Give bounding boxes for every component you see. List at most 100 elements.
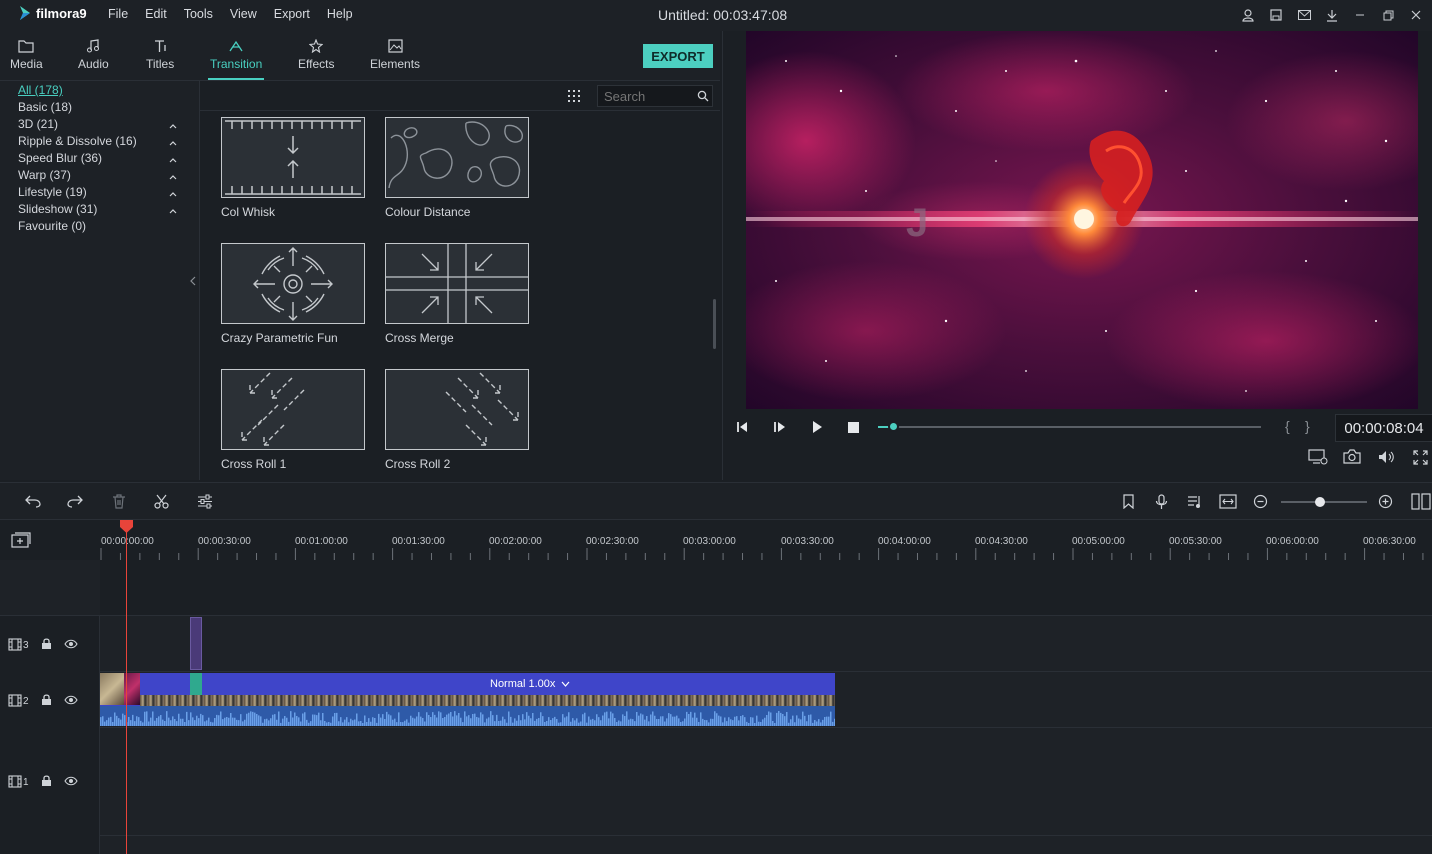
panel-layout-icon[interactable] bbox=[1411, 493, 1431, 510]
chevron-up-icon[interactable] bbox=[168, 172, 178, 182]
transition-label: Cross Merge bbox=[385, 331, 454, 345]
chevron-up-icon[interactable] bbox=[168, 138, 178, 148]
undo-icon[interactable] bbox=[25, 494, 41, 508]
lock-icon[interactable] bbox=[41, 694, 52, 706]
category-ripple-dissolve[interactable]: Ripple & Dissolve (16) bbox=[18, 134, 137, 148]
eye-icon[interactable] bbox=[63, 776, 78, 786]
next-frame-icon[interactable] bbox=[772, 420, 788, 434]
menu-view[interactable]: View bbox=[230, 7, 257, 21]
mark-out-icon[interactable]: } bbox=[1305, 418, 1310, 434]
zoom-to-fit-icon[interactable] bbox=[1219, 494, 1237, 509]
ruler-tick-label: 00:02:00:00 bbox=[489, 536, 542, 547]
volume-icon[interactable] bbox=[1378, 450, 1394, 464]
transition-thumb-cross-roll-1[interactable] bbox=[221, 369, 365, 450]
category-3d[interactable]: 3D (21) bbox=[18, 117, 58, 131]
category-slideshow[interactable]: Slideshow (31) bbox=[18, 202, 97, 216]
mark-in-icon[interactable]: { bbox=[1285, 418, 1290, 434]
collapse-sidebar-icon[interactable] bbox=[190, 276, 196, 286]
transition-category-list: All (178) Basic (18) 3D (21) Ripple & Di… bbox=[0, 81, 200, 480]
save-icon[interactable] bbox=[1268, 7, 1284, 23]
track-headers: 3 2 1 bbox=[0, 560, 100, 854]
lock-icon[interactable] bbox=[41, 638, 52, 650]
waveform-graphic bbox=[100, 711, 835, 726]
playhead-line[interactable] bbox=[126, 520, 127, 854]
microphone-icon[interactable] bbox=[1155, 494, 1168, 510]
zoom-out-icon[interactable] bbox=[1253, 494, 1268, 509]
eye-icon[interactable] bbox=[63, 695, 78, 705]
library-scrollbar[interactable] bbox=[713, 299, 716, 349]
eye-icon[interactable] bbox=[63, 639, 78, 649]
clip-speed-label[interactable]: Normal 1.00x bbox=[490, 678, 570, 690]
menu-export[interactable]: Export bbox=[274, 7, 310, 21]
transition-thumb-colour-distance[interactable] bbox=[385, 117, 529, 198]
menu-edit[interactable]: Edit bbox=[145, 7, 167, 21]
tab-effects[interactable]: Effects bbox=[298, 39, 334, 71]
clip-filmstrip bbox=[140, 695, 835, 706]
chevron-up-icon[interactable] bbox=[168, 206, 178, 216]
fullscreen-icon[interactable] bbox=[1413, 450, 1428, 465]
category-all[interactable]: All (178) bbox=[18, 83, 63, 97]
category-basic[interactable]: Basic (18) bbox=[18, 100, 72, 114]
search-icon[interactable] bbox=[697, 90, 709, 102]
playhead-handle-icon[interactable] bbox=[119, 519, 134, 534]
timeline-zoom-slider[interactable] bbox=[1281, 497, 1367, 507]
track-lane-1[interactable] bbox=[100, 728, 1432, 836]
tab-titles[interactable]: Titles bbox=[146, 39, 174, 71]
play-icon[interactable] bbox=[810, 420, 824, 434]
timeline-ruler[interactable]: 00:00:00:00 00:00:30:00 00:01:00:00 00:0… bbox=[0, 520, 1432, 560]
chevron-up-icon[interactable] bbox=[168, 121, 178, 131]
transition-thumb-col-whisk[interactable] bbox=[221, 117, 365, 198]
playback-progress-track[interactable] bbox=[878, 421, 1261, 432]
menu-help[interactable]: Help bbox=[327, 7, 353, 21]
ruler-tick-label: 00:04:00:00 bbox=[878, 536, 931, 547]
transition-marker[interactable] bbox=[190, 673, 202, 695]
scissors-split-icon[interactable] bbox=[154, 494, 169, 509]
close-icon[interactable] bbox=[1408, 7, 1424, 23]
download-icon[interactable] bbox=[1324, 7, 1340, 23]
search-input[interactable] bbox=[597, 85, 713, 107]
transition-thumb-crazy-parametric-fun[interactable] bbox=[221, 243, 365, 324]
tab-media[interactable]: Media bbox=[10, 39, 43, 71]
transition-thumb-cross-roll-2[interactable] bbox=[385, 369, 529, 450]
category-favourite[interactable]: Favourite (0) bbox=[18, 219, 86, 233]
video-clip[interactable]: Normal 1.00x bbox=[100, 673, 835, 726]
stop-icon[interactable] bbox=[847, 421, 860, 434]
playback-scrubber[interactable] bbox=[888, 421, 900, 432]
add-track-icon[interactable] bbox=[11, 532, 31, 548]
marker-icon[interactable] bbox=[1122, 494, 1135, 509]
audio-mixer-icon[interactable] bbox=[1187, 494, 1203, 509]
adjust-sliders-icon[interactable] bbox=[197, 494, 213, 509]
chevron-up-icon[interactable] bbox=[168, 189, 178, 199]
mail-icon[interactable] bbox=[1296, 7, 1312, 23]
category-warp[interactable]: Warp (37) bbox=[18, 168, 71, 182]
chevron-up-icon[interactable] bbox=[168, 155, 178, 165]
menu-tools[interactable]: Tools bbox=[184, 7, 213, 21]
zoom-slider-knob[interactable] bbox=[1314, 497, 1325, 507]
redo-icon[interactable] bbox=[67, 494, 83, 508]
export-button[interactable]: EXPORT bbox=[643, 44, 713, 68]
tab-elements[interactable]: Elements bbox=[370, 39, 420, 71]
grid-view-icon[interactable] bbox=[567, 89, 581, 103]
snapshot-camera-icon[interactable] bbox=[1343, 449, 1361, 464]
delete-trash-icon[interactable] bbox=[112, 494, 126, 509]
transition-label: Cross Roll 2 bbox=[385, 457, 451, 471]
overlay-clip[interactable] bbox=[190, 617, 202, 670]
menu-file[interactable]: File bbox=[108, 7, 128, 21]
minimize-icon[interactable] bbox=[1352, 7, 1368, 23]
category-lifestyle[interactable]: Lifestyle (19) bbox=[18, 185, 87, 199]
tab-audio-label: Audio bbox=[78, 57, 109, 71]
timeline-tracks[interactable]: Normal 1.00x bbox=[100, 560, 1432, 854]
tab-audio[interactable]: Audio bbox=[78, 39, 109, 71]
previous-frame-icon[interactable] bbox=[735, 420, 751, 434]
tab-transition[interactable]: Transition bbox=[207, 39, 265, 80]
track-lane-3[interactable] bbox=[100, 616, 1432, 672]
zoom-in-icon[interactable] bbox=[1378, 494, 1393, 509]
display-settings-icon[interactable] bbox=[1308, 449, 1328, 465]
lock-icon[interactable] bbox=[41, 775, 52, 787]
transition-thumb-cross-merge[interactable] bbox=[385, 243, 529, 324]
category-speed-blur[interactable]: Speed Blur (36) bbox=[18, 151, 102, 165]
empty-track-lane[interactable] bbox=[100, 560, 1432, 616]
account-icon[interactable] bbox=[1240, 7, 1256, 23]
ruler-tick-label: 00:03:00:00 bbox=[683, 536, 736, 547]
restore-icon[interactable] bbox=[1380, 7, 1396, 23]
